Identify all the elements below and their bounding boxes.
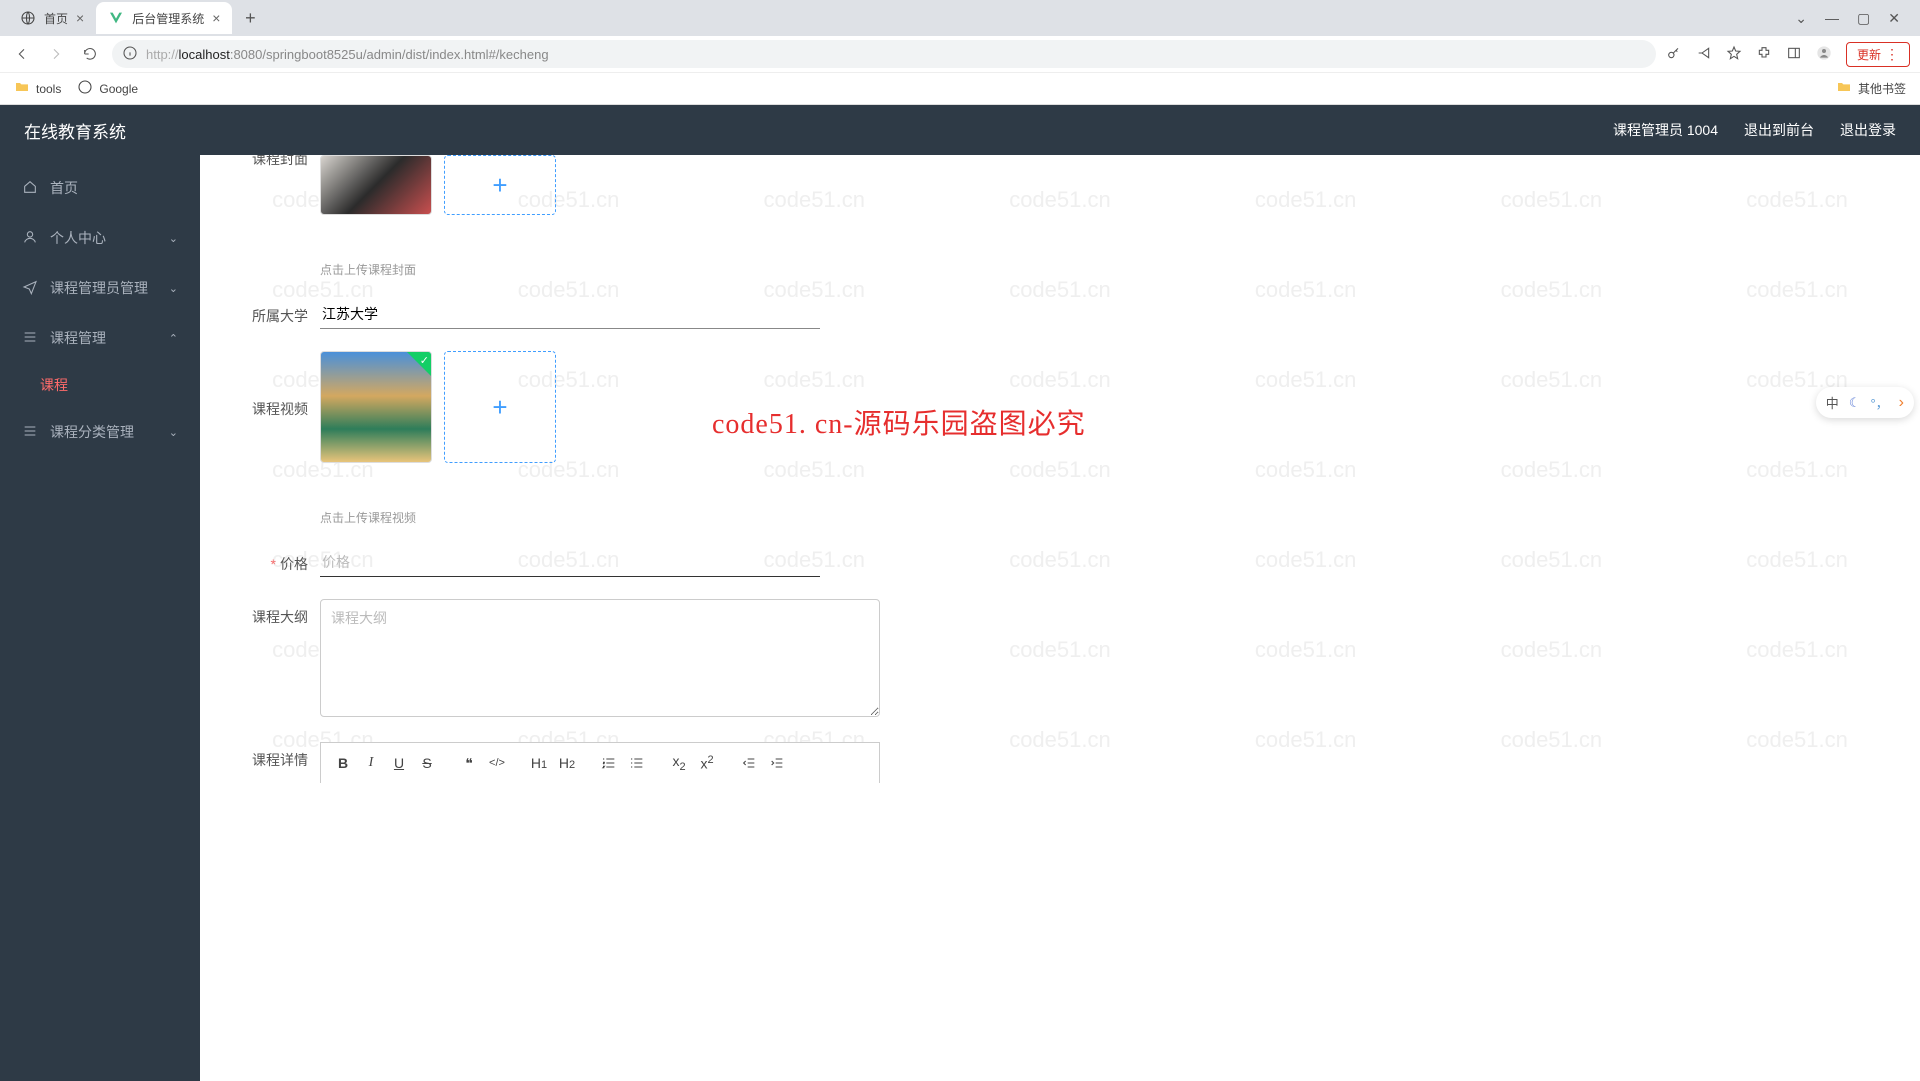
editor-h2-button[interactable]: H2 [555,751,579,775]
sidebar-item-course[interactable]: 课程 [0,363,200,407]
video-label: 课程视频 [240,351,320,419]
editor-italic-button[interactable]: I [359,751,383,775]
browser-chrome: 首页 × 后台管理系统 × + ⌄ — ▢ ✕ [0,0,1920,105]
folder-icon [14,79,30,98]
bookmark-tools[interactable]: tools [14,79,61,98]
university-label: 所属大学 [240,300,320,326]
exit-to-front-button[interactable]: 退出到前台 [1744,120,1814,140]
star-icon[interactable] [1726,45,1742,64]
outline-textarea[interactable] [320,599,880,717]
close-window-icon[interactable]: ✕ [1888,10,1900,27]
back-button[interactable] [10,42,34,66]
sidebar-item-category-manage[interactable]: 课程分类管理 ⌄ [0,407,200,457]
upload-cover-button[interactable]: + [444,155,556,215]
editor-ul-button[interactable] [625,751,649,775]
tab-title: 首页 [44,10,68,27]
chevron-right-icon[interactable]: › [1899,394,1904,412]
price-input[interactable] [320,548,820,577]
key-icon[interactable] [1666,45,1682,64]
browser-tab-admin[interactable]: 后台管理系统 × [96,2,232,34]
editor-bold-button[interactable]: B [331,751,355,775]
ime-floating-toolbar[interactable]: 中 ☾ °， › [1816,387,1914,418]
maximize-icon[interactable]: ▢ [1857,10,1870,27]
bookmark-google[interactable]: Google [77,79,138,98]
window-controls: ⌄ — ▢ ✕ [1795,10,1912,27]
sidebar-item-course-manage[interactable]: 课程管理 ⌃ [0,313,200,363]
price-label: *价格 [240,548,320,574]
outline-label: 课程大纲 [240,599,320,627]
sidebar-item-home[interactable]: 首页 [0,163,200,213]
minimize-icon[interactable]: — [1825,10,1839,27]
dropdown-icon[interactable]: ⌄ [1795,10,1807,27]
globe-icon [20,10,36,26]
app-topbar: 在线教育系统 课程管理员 1004 退出到前台 退出登录 [0,105,1920,155]
detail-label: 课程详情 [240,742,320,770]
editor-quote-button[interactable]: ❝ [457,751,481,775]
cover-label: 课程封面 [240,155,320,169]
comma-icon[interactable]: °， [1870,393,1888,412]
video-upload-hint: 点击上传课程视频 [320,509,556,526]
app-root: 在线教育系统 课程管理员 1004 退出到前台 退出登录 首页 个人中心 ⌄ 课… [0,105,1920,1081]
chevron-up-icon: ⌃ [169,332,178,345]
editor-subscript-button[interactable]: x2 [667,751,691,775]
url-text: http://localhost:8080/springboot8525u/ad… [146,47,1646,62]
bookmark-other[interactable]: 其他书签 [1836,79,1906,98]
editor-underline-button[interactable]: U [387,751,411,775]
ime-mode[interactable]: 中 [1826,393,1839,412]
close-icon[interactable]: × [212,10,220,26]
folder-icon [1836,79,1852,98]
address-bar-icons: 更新 ⋮ [1666,42,1910,67]
home-icon [22,179,38,198]
sidebar-item-admin-manage[interactable]: 课程管理员管理 ⌄ [0,263,200,313]
profile-icon[interactable] [1816,45,1832,64]
rich-editor-toolbar: B I U S ❝ </> H1 H2 [320,742,880,783]
list-icon [22,329,38,348]
university-input[interactable] [320,300,820,329]
upload-video-button[interactable]: + [444,351,556,463]
editor-strike-button[interactable]: S [415,751,439,775]
send-icon [22,279,38,298]
editor-superscript-button[interactable]: x2 [695,751,719,775]
list-icon [22,423,38,442]
editor-code-button[interactable]: </> [485,751,509,775]
user-icon [22,229,38,248]
sidebar: 首页 个人中心 ⌄ 课程管理员管理 ⌄ 课程管理 ⌃ 课程 [0,155,200,1081]
cover-upload-hint: 点击上传课程封面 [320,261,556,278]
chevron-down-icon: ⌄ [169,232,178,245]
logout-button[interactable]: 退出登录 [1840,120,1896,140]
editor-indent-button[interactable] [765,751,789,775]
extensions-icon[interactable] [1756,45,1772,64]
editor-outdent-button[interactable] [737,751,761,775]
editor-h1-button[interactable]: H1 [527,751,551,775]
cover-thumbnail[interactable] [320,155,432,215]
forward-button[interactable] [44,42,68,66]
browser-tab-home[interactable]: 首页 × [8,2,96,34]
panel-icon[interactable] [1786,45,1802,64]
tabs-bar: 首页 × 后台管理系统 × + ⌄ — ▢ ✕ [0,0,1920,36]
main-content: code51.cncode51.cncode51.cncode51.cncode… [200,155,1920,1081]
update-button[interactable]: 更新 ⋮ [1846,42,1910,67]
google-icon [77,79,93,98]
chevron-down-icon: ⌄ [169,426,178,439]
app-brand: 在线教育系统 [24,118,126,143]
new-tab-button[interactable]: + [236,4,264,32]
tab-title: 后台管理系统 [132,10,204,27]
moon-icon[interactable]: ☾ [1849,395,1861,411]
user-role[interactable]: 课程管理员 1004 [1613,120,1718,140]
editor-ol-button[interactable] [597,751,621,775]
bookmarks-bar: tools Google 其他书签 [0,72,1920,104]
close-icon[interactable]: × [76,10,84,26]
address-bar: http://localhost:8080/springboot8525u/ad… [0,36,1920,72]
reload-button[interactable] [78,42,102,66]
vue-icon [108,10,124,26]
chevron-down-icon: ⌄ [169,282,178,295]
url-input[interactable]: http://localhost:8080/springboot8525u/ad… [112,40,1656,68]
share-icon[interactable] [1696,45,1712,64]
video-thumbnail[interactable] [320,351,432,463]
sidebar-item-profile[interactable]: 个人中心 ⌄ [0,213,200,263]
info-icon [122,45,138,64]
